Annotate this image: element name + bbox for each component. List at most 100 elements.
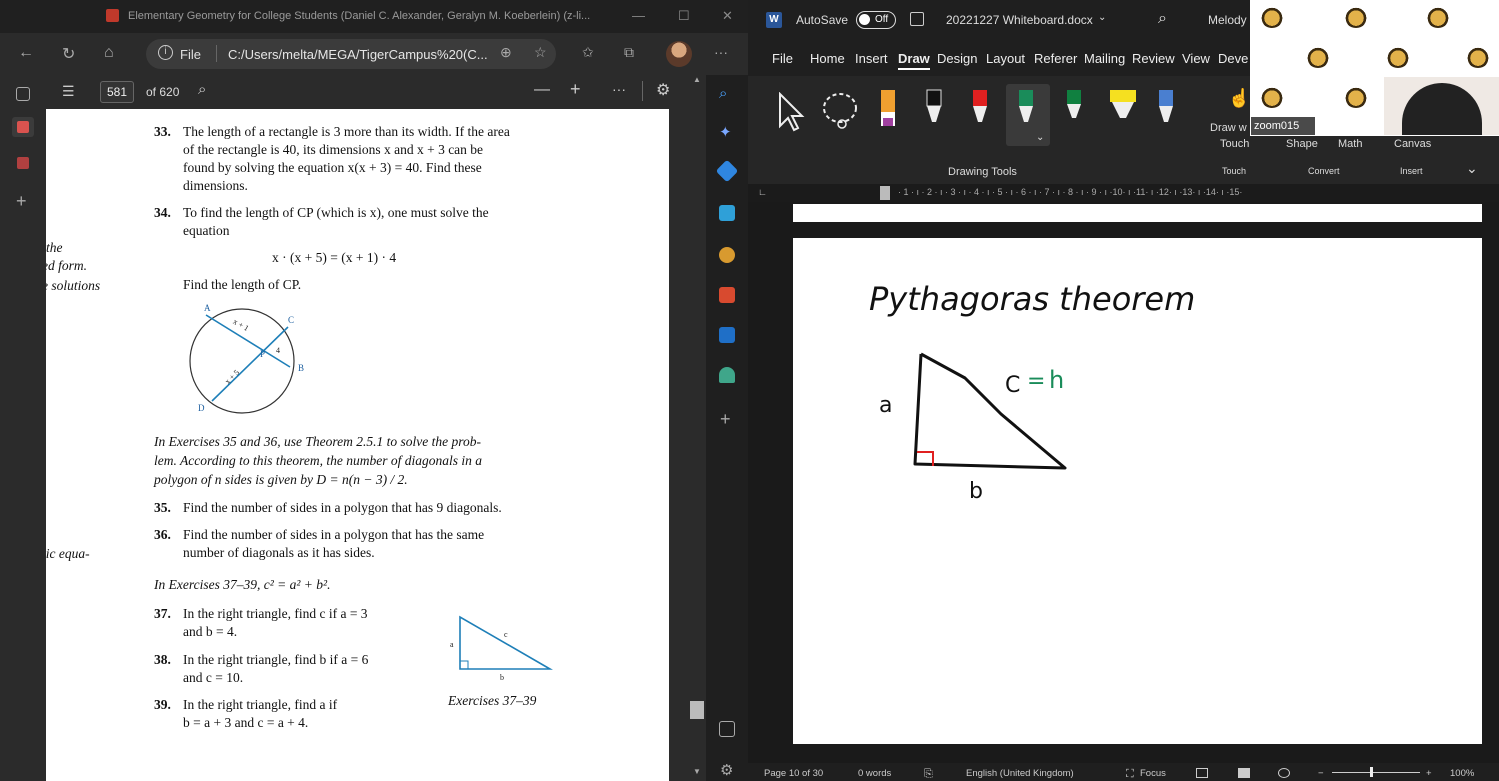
- pdf-scrollbar[interactable]: ▲ ▼: [688, 75, 706, 781]
- pen-dark-green-icon[interactable]: [1064, 88, 1084, 132]
- page-count[interactable]: Page 10 of 30: [764, 768, 823, 779]
- zoom-page-icon[interactable]: ⊕: [500, 44, 512, 61]
- horizontal-ruler[interactable]: ∟ · 1 · ı · 2 · ı · 3 · ı · 4 · ı · 5 · …: [748, 184, 1499, 202]
- tools-icon[interactable]: [719, 205, 735, 221]
- participant-name-label: zoom015: [1251, 117, 1315, 135]
- scroll-up-icon[interactable]: ▲: [693, 75, 701, 84]
- tab-layout[interactable]: Layout: [986, 51, 1025, 66]
- pen-red-icon[interactable]: [970, 88, 990, 132]
- page-number-input[interactable]: 581: [100, 81, 134, 103]
- close-icon[interactable]: ✕: [722, 8, 733, 24]
- tab-mailings[interactable]: Mailing: [1084, 51, 1125, 66]
- more-menu-icon[interactable]: ···: [714, 44, 728, 60]
- ink-to-shape-button[interactable]: Shape: [1286, 138, 1318, 150]
- profile-avatar[interactable]: [666, 41, 692, 67]
- info-icon[interactable]: i: [158, 45, 173, 60]
- pen-orange-icon[interactable]: [878, 88, 898, 132]
- zoom-in-icon[interactable]: +: [570, 79, 581, 100]
- side-c-label: c: [504, 630, 508, 639]
- shopping-tag-icon[interactable]: [715, 159, 739, 183]
- back-icon[interactable]: ←: [18, 44, 34, 62]
- pdf-tab-2[interactable]: [12, 153, 34, 173]
- language-status[interactable]: English (United Kingdom): [966, 768, 1074, 779]
- tiger-logo-icon: [1466, 46, 1490, 68]
- search-icon[interactable]: ⌕: [719, 85, 735, 102]
- tab-home[interactable]: Home: [810, 51, 845, 66]
- copilot-icon[interactable]: ✦: [719, 123, 735, 141]
- chevron-down-icon[interactable]: ⌄: [1036, 132, 1044, 143]
- draw-with-touch-icon[interactable]: ☝: [1228, 88, 1250, 109]
- tab-review[interactable]: Review: [1132, 51, 1175, 66]
- word-count[interactable]: 0 words: [858, 768, 891, 779]
- collections-icon[interactable]: ⧉: [624, 44, 634, 61]
- tab-file[interactable]: File: [772, 51, 793, 66]
- draw-with-touch-label[interactable]: Draw w: [1210, 122, 1247, 134]
- tab-references[interactable]: Referer: [1034, 51, 1077, 66]
- pen-black-icon[interactable]: [924, 88, 944, 132]
- web-layout-icon[interactable]: [1278, 768, 1290, 778]
- outlook-icon[interactable]: [719, 327, 735, 343]
- select-arrow-icon[interactable]: [776, 92, 806, 132]
- tab-developer[interactable]: Deve: [1218, 51, 1248, 66]
- zoom-out-icon[interactable]: −: [1318, 768, 1324, 779]
- pdf-more-icon[interactable]: ···: [612, 81, 626, 97]
- tab-insert[interactable]: Insert: [855, 51, 888, 66]
- search-icon[interactable]: ⌕: [1158, 10, 1167, 28]
- zoom-out-icon[interactable]: —: [534, 81, 550, 99]
- zoom-level[interactable]: 100%: [1450, 768, 1474, 779]
- scrollbar-thumb[interactable]: [690, 701, 704, 719]
- user-name[interactable]: Melody: [1208, 13, 1247, 27]
- print-layout-icon[interactable]: [1238, 768, 1250, 778]
- equals-sign: =: [1027, 369, 1045, 394]
- read-mode-icon[interactable]: [1196, 768, 1208, 778]
- tab-stop-icon[interactable]: ∟: [758, 187, 767, 197]
- sidebar-settings-icon[interactable]: ⚙: [720, 761, 733, 779]
- maximize-icon[interactable]: ☐: [678, 8, 690, 24]
- exercise-text: of the rectangle is 40, its dimensions x…: [183, 142, 484, 157]
- focus-mode-button[interactable]: Focus: [1140, 768, 1166, 779]
- whiteboard-page[interactable]: Pythagoras theorem a b C = h: [793, 238, 1482, 744]
- focus-icon[interactable]: ⛶: [1126, 768, 1134, 781]
- address-field[interactable]: i File C:/Users/melta/MEGA/TigerCampus%2…: [146, 39, 556, 69]
- tab-draw[interactable]: Draw: [898, 51, 930, 70]
- pdf-tab-active[interactable]: [12, 117, 34, 137]
- add-sidebar-app-icon[interactable]: +: [720, 409, 731, 430]
- pen-green-selected[interactable]: ⌄: [1006, 84, 1050, 146]
- save-icon[interactable]: [910, 12, 924, 26]
- zoom-slider-thumb[interactable]: [1370, 767, 1373, 777]
- search-icon[interactable]: ⌕: [198, 81, 206, 98]
- favorite-icon[interactable]: ☆: [534, 44, 547, 61]
- scroll-down-icon[interactable]: ▼: [693, 767, 701, 776]
- edge-address-bar: ← ↻ ⌂ i File C:/Users/melta/MEGA/TigerCa…: [0, 33, 748, 75]
- action-pen-icon[interactable]: [1156, 88, 1176, 132]
- settings-gear-icon[interactable]: ⚙: [656, 80, 670, 100]
- drop-icon[interactable]: [719, 367, 735, 383]
- refresh-icon[interactable]: ↻: [62, 44, 75, 64]
- new-tab-icon[interactable]: +: [16, 191, 27, 212]
- tab-actions-icon[interactable]: [16, 87, 30, 101]
- autosave-toggle[interactable]: Off: [856, 11, 896, 29]
- sidebar-collapse-icon[interactable]: [719, 721, 735, 737]
- collapse-ribbon-icon[interactable]: ⌄: [1466, 160, 1478, 177]
- office-icon[interactable]: [719, 287, 735, 303]
- tab-view[interactable]: View: [1182, 51, 1210, 66]
- lasso-select-icon[interactable]: [820, 90, 860, 132]
- edge-title-bar: Elementary Geometry for College Students…: [0, 0, 748, 33]
- tab-design[interactable]: Design: [937, 51, 977, 66]
- chevron-down-icon[interactable]: ⌄: [1098, 12, 1106, 23]
- zoom-in-icon[interactable]: +: [1426, 768, 1432, 779]
- drawing-canvas-button[interactable]: Canvas: [1394, 138, 1431, 150]
- participant-video[interactable]: [1384, 77, 1499, 135]
- home-icon[interactable]: ⌂: [104, 44, 114, 62]
- indent-marker[interactable]: [880, 186, 890, 200]
- highlighter-yellow-icon[interactable]: [1108, 88, 1138, 132]
- zoom-slider[interactable]: [1332, 772, 1420, 773]
- ink-to-math-button[interactable]: Math: [1338, 138, 1362, 150]
- proofing-icon[interactable]: ⎘: [924, 768, 933, 781]
- favorites-list-icon[interactable]: ✩: [582, 44, 594, 61]
- exercise-text: In the right triangle, find a if: [183, 697, 338, 712]
- contents-icon[interactable]: ☰: [62, 83, 75, 100]
- games-icon[interactable]: [719, 247, 735, 263]
- document-title[interactable]: 20221227 Whiteboard.docx: [946, 13, 1093, 27]
- minimize-icon[interactable]: —: [632, 8, 645, 23]
